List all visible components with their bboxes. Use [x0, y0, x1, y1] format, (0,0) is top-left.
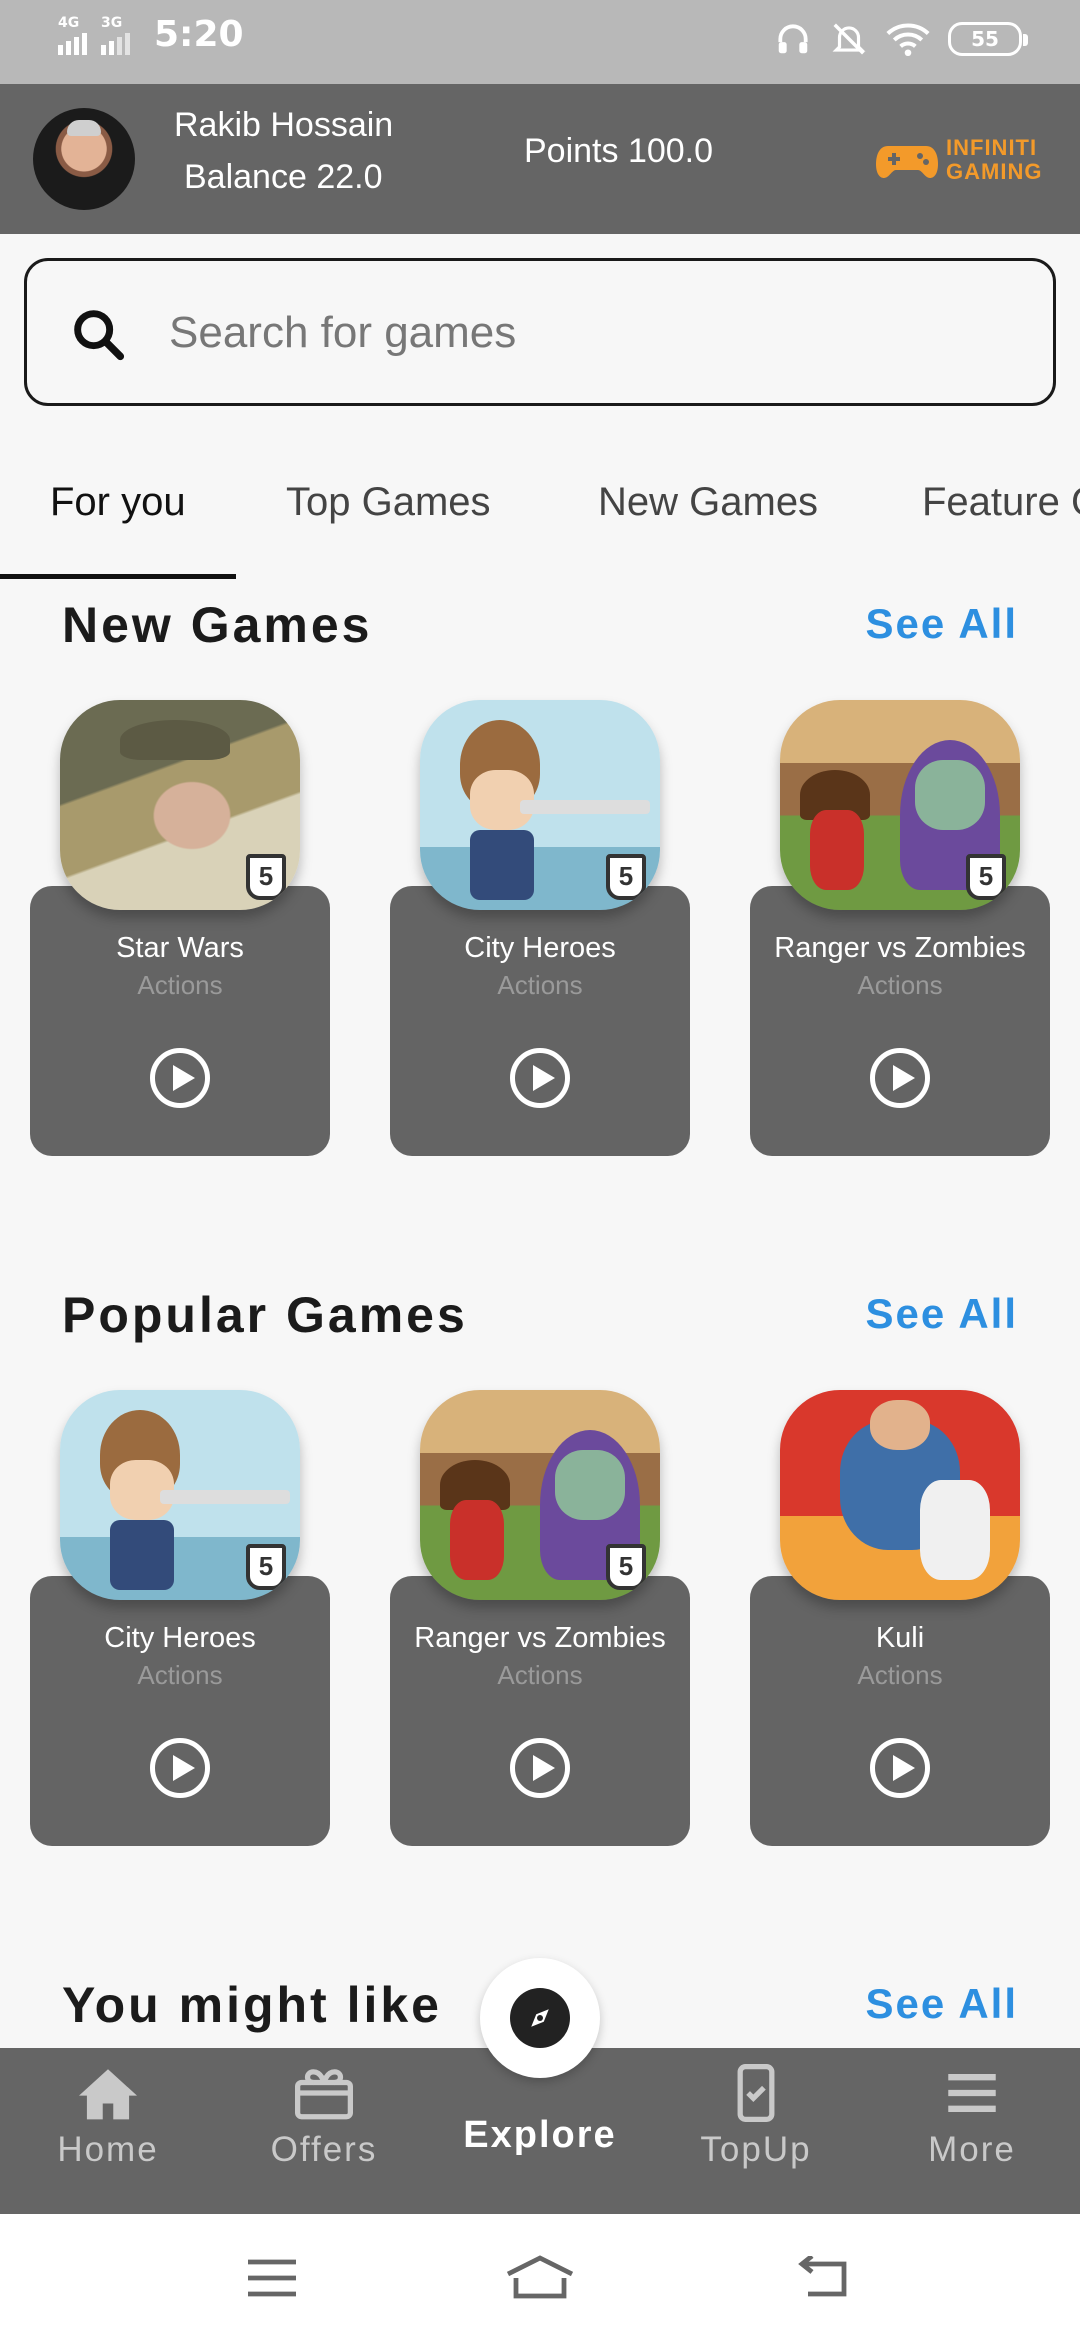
play-icon[interactable] [150, 1738, 210, 1798]
network-label-2: 3G [101, 14, 123, 31]
nav-more[interactable]: More [882, 2064, 1062, 2170]
user-name: Rakib Hossain [174, 106, 394, 144]
nav-explore-label: Explore [463, 2114, 617, 2156]
game-category: Actions [857, 970, 943, 1000]
user-points: Points 100.0 [524, 132, 714, 170]
nav-offers-label: Offers [270, 2130, 378, 2169]
game-title: City Heroes [104, 1622, 256, 1654]
logo-text-line2: GAMING [946, 159, 1043, 184]
game-thumbnail[interactable]: 5 [420, 1390, 660, 1600]
game-title: Ranger vs Zombies [774, 932, 1026, 964]
game-card[interactable]: Kuli Actions [750, 1390, 1050, 1846]
signal-4g-icon: 4G [58, 15, 87, 55]
section-title-popular-games: Popular Games [62, 1287, 468, 1343]
play-icon[interactable] [870, 1048, 930, 1108]
clock: 5:20 [154, 14, 244, 55]
search-box[interactable] [24, 258, 1056, 406]
headphones-icon [778, 24, 808, 54]
card-background [30, 886, 330, 1156]
html5-badge-icon: 5 [606, 854, 646, 900]
section-title-you-might-like: You might like [62, 1977, 442, 2033]
game-card[interactable]: 5 City Heroes Actions [30, 1390, 330, 1846]
active-tab-indicator [0, 574, 236, 579]
play-icon[interactable] [150, 1048, 210, 1108]
tab-feature-games[interactable]: Feature G [922, 480, 1080, 525]
search-icon [74, 310, 125, 361]
game-card[interactable]: 5 Ranger vs Zombies Actions [390, 1390, 690, 1846]
game-thumbnail[interactable]: 5 [60, 1390, 300, 1600]
menu-icon [948, 2074, 996, 2112]
tab-new-games[interactable]: New Games [598, 480, 818, 525]
nav-more-label: More [928, 2130, 1016, 2169]
back-icon[interactable] [796, 2256, 852, 2298]
game-card[interactable]: 5 Ranger vs Zombies Actions [750, 700, 1050, 1156]
nav-explore[interactable]: Explore [450, 2110, 630, 2157]
gamepad-icon [876, 146, 938, 178]
nav-topup[interactable]: TopUp [666, 2064, 846, 2170]
see-all-popular-games[interactable]: See All [865, 1290, 1018, 1338]
html5-badge-icon: 5 [966, 854, 1006, 900]
card-background [750, 886, 1050, 1156]
game-category: Actions [137, 970, 223, 1000]
html5-badge-icon: 5 [246, 1544, 286, 1590]
search-input[interactable] [169, 291, 1009, 375]
game-category: Actions [857, 1660, 943, 1690]
battery-indicator: 55 [948, 22, 1028, 56]
nav-home[interactable]: Home [18, 2064, 198, 2170]
game-category: Actions [137, 1660, 223, 1690]
user-balance: Balance 22.0 [184, 158, 383, 196]
tab-for-you[interactable]: For you [50, 480, 186, 525]
game-card[interactable]: 5 Star Wars Actions [30, 700, 330, 1156]
play-icon[interactable] [870, 1738, 930, 1798]
nav-topup-label: TopUp [700, 2130, 812, 2169]
app-header: Rakib Hossain Balance 22.0 Points 100.0 … [0, 84, 1080, 234]
nav-home-label: Home [57, 2130, 159, 2169]
game-title: Kuli [875, 1622, 925, 1654]
see-all-new-games[interactable]: See All [865, 600, 1018, 648]
nav-offers[interactable]: Offers [234, 2064, 414, 2170]
logo-text-line1: INFINITI [946, 135, 1038, 160]
game-title: Star Wars [116, 932, 244, 964]
see-all-you-might-like[interactable]: See All [865, 1980, 1018, 2028]
game-thumbnail[interactable]: 5 [60, 700, 300, 910]
game-card[interactable]: 5 City Heroes Actions [390, 700, 690, 1156]
game-category: Actions [497, 1660, 583, 1690]
card-background [390, 886, 690, 1156]
system-navigation-bar [0, 2214, 1080, 2340]
category-tabs: For you Top Games New Games Feature G [0, 460, 1080, 580]
game-category: Actions [497, 970, 583, 1000]
status-bar: 4G 3G 5:20 55 [0, 0, 1080, 84]
phone-topup-icon [737, 2064, 775, 2122]
app-logo: INFINITI GAMING [876, 136, 1042, 184]
game-thumbnail[interactable]: 5 [420, 700, 660, 910]
home-system-icon[interactable] [504, 2254, 576, 2300]
avatar[interactable] [33, 108, 135, 210]
game-title: City Heroes [464, 932, 616, 964]
card-background [30, 1576, 330, 1846]
explore-button[interactable] [480, 1958, 600, 2078]
game-thumbnail[interactable]: 5 [780, 700, 1020, 910]
signal-3g-icon: 3G [101, 15, 130, 55]
card-background [750, 1576, 1050, 1846]
game-thumbnail[interactable] [780, 1390, 1020, 1600]
home-icon [79, 2069, 137, 2120]
card-background [390, 1576, 690, 1846]
html5-badge-icon: 5 [606, 1544, 646, 1590]
html5-badge-icon: 5 [246, 854, 286, 900]
compass-icon [510, 1988, 570, 2048]
recent-apps-icon[interactable] [246, 2258, 298, 2298]
bell-muted-icon [832, 23, 866, 55]
play-icon[interactable] [510, 1048, 570, 1108]
game-title: Ranger vs Zombies [414, 1622, 666, 1654]
play-icon[interactable] [510, 1738, 570, 1798]
section-title-new-games: New Games [62, 597, 373, 653]
network-label-1: 4G [58, 14, 80, 31]
gift-icon [295, 2069, 353, 2120]
tab-top-games[interactable]: Top Games [286, 480, 491, 525]
wifi-icon [886, 23, 930, 57]
